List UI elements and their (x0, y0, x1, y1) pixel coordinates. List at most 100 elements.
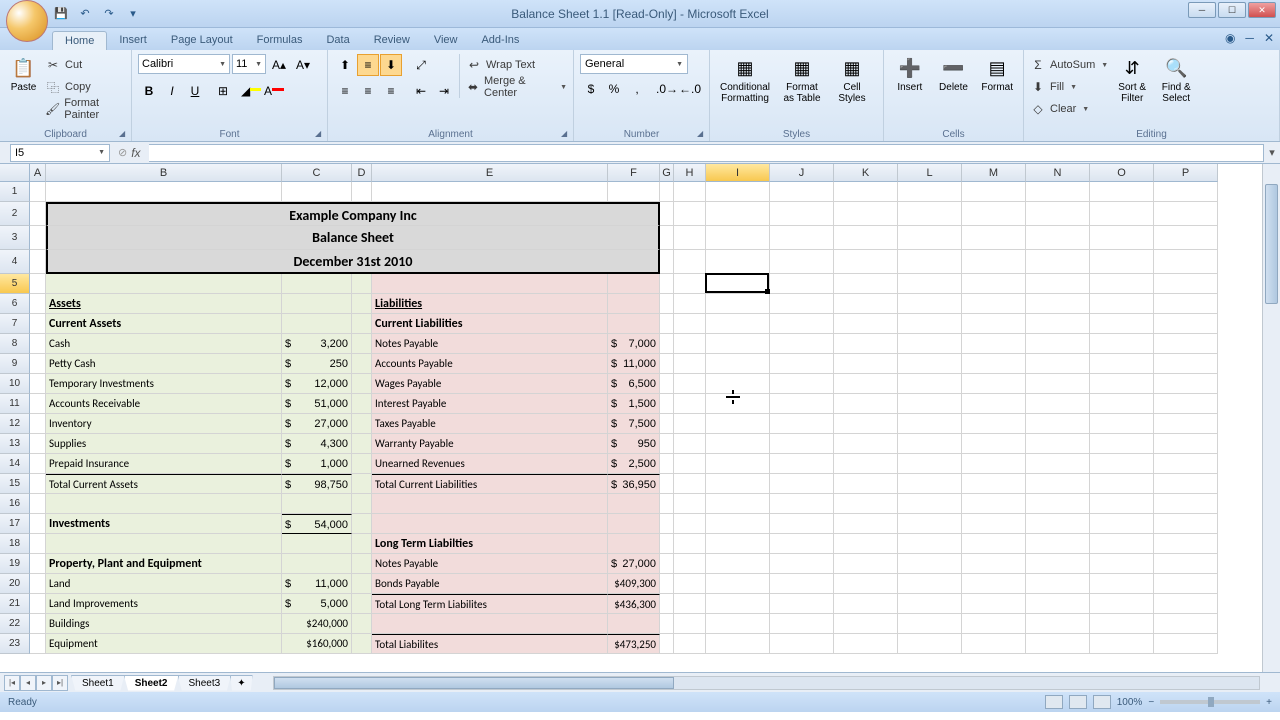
cell[interactable] (770, 294, 834, 314)
cell[interactable] (30, 394, 46, 414)
cell[interactable] (706, 274, 770, 294)
conditional-formatting-button[interactable]: ▦Conditional Formatting (716, 54, 774, 106)
cell[interactable] (1154, 634, 1218, 654)
cell[interactable] (30, 354, 46, 374)
cell[interactable] (1026, 574, 1090, 594)
cell[interactable] (834, 454, 898, 474)
zoom-level[interactable]: 100% (1117, 697, 1143, 708)
cell[interactable] (660, 614, 674, 634)
cell[interactable]: Equipment (46, 634, 282, 654)
fx-icon[interactable]: fx (131, 146, 140, 160)
vertical-scrollbar[interactable] (1262, 164, 1280, 672)
cell[interactable] (898, 314, 962, 334)
row-header-8[interactable]: 8 (0, 334, 30, 354)
cell[interactable]: Current Assets (46, 314, 282, 334)
tab-formulas[interactable]: Formulas (245, 31, 315, 50)
cell[interactable]: Long Term Liabilties (372, 534, 608, 554)
cell[interactable] (1090, 182, 1154, 202)
cell[interactable] (1154, 494, 1218, 514)
clear-button[interactable]: ◇Clear▼ (1030, 98, 1108, 120)
cell[interactable] (962, 494, 1026, 514)
cell[interactable] (1154, 554, 1218, 574)
tab-nav-prev-icon[interactable]: ◂ (20, 675, 36, 691)
font-dialog-icon[interactable]: ◢ (315, 129, 325, 139)
cell[interactable] (1154, 314, 1218, 334)
col-header-H[interactable]: H (674, 164, 706, 182)
cell[interactable] (1026, 514, 1090, 534)
cell[interactable] (30, 314, 46, 334)
cell[interactable] (1090, 614, 1154, 634)
cell[interactable] (1090, 354, 1154, 374)
cell[interactable] (706, 414, 770, 434)
cell[interactable]: Total Long Term Liabilites (372, 594, 608, 614)
cell[interactable] (1026, 434, 1090, 454)
cell[interactable]: Prepaid Insurance (46, 454, 282, 474)
cell[interactable]: $2,500 (608, 454, 660, 474)
row-header-10[interactable]: 10 (0, 374, 30, 394)
cell[interactable] (834, 250, 898, 274)
cell[interactable] (46, 182, 282, 202)
cell[interactable]: Interest Payable (372, 394, 608, 414)
cell[interactable]: Supplies (46, 434, 282, 454)
cell[interactable] (770, 614, 834, 634)
cell[interactable]: $36,950 (608, 474, 660, 494)
cell[interactable] (608, 294, 660, 314)
cell[interactable] (770, 554, 834, 574)
cell[interactable] (962, 182, 1026, 202)
cell[interactable] (834, 202, 898, 226)
cell[interactable]: Unearned Revenues (372, 454, 608, 474)
cell[interactable] (1026, 374, 1090, 394)
cell[interactable] (834, 394, 898, 414)
row-header-2[interactable]: 2 (0, 202, 30, 226)
cell[interactable] (30, 474, 46, 494)
cell[interactable] (962, 334, 1026, 354)
cell[interactable] (962, 294, 1026, 314)
cell[interactable] (660, 226, 674, 250)
cell[interactable] (30, 554, 46, 574)
format-as-table-button[interactable]: ▦Format as Table (778, 54, 826, 106)
cell[interactable] (660, 274, 674, 294)
cell[interactable] (770, 314, 834, 334)
cell[interactable] (660, 494, 674, 514)
cell[interactable]: Cash (46, 334, 282, 354)
cell[interactable] (706, 574, 770, 594)
row-header-16[interactable]: 16 (0, 494, 30, 514)
cell[interactable]: $436,300 (608, 594, 660, 614)
cell[interactable] (1026, 226, 1090, 250)
cell[interactable] (962, 594, 1026, 614)
cell[interactable] (1154, 182, 1218, 202)
save-icon[interactable]: 💾 (52, 5, 70, 23)
cell[interactable] (898, 474, 962, 494)
cell[interactable] (962, 474, 1026, 494)
cell[interactable] (962, 554, 1026, 574)
cell[interactable] (674, 554, 706, 574)
col-header-N[interactable]: N (1026, 164, 1090, 182)
cell[interactable] (1026, 594, 1090, 614)
col-header-P[interactable]: P (1154, 164, 1218, 182)
cell[interactable] (30, 594, 46, 614)
cell[interactable] (674, 434, 706, 454)
font-size-select[interactable]: 11▼ (232, 54, 266, 74)
horizontal-scrollbar[interactable] (273, 676, 1260, 690)
cell[interactable] (352, 354, 372, 374)
cell[interactable] (282, 494, 352, 514)
row-header-19[interactable]: 19 (0, 554, 30, 574)
cell[interactable] (962, 414, 1026, 434)
cell[interactable] (834, 594, 898, 614)
cell[interactable] (706, 534, 770, 554)
cell[interactable] (660, 534, 674, 554)
cell[interactable] (674, 294, 706, 314)
cell[interactable] (1154, 514, 1218, 534)
cell[interactable] (674, 202, 706, 226)
col-header-K[interactable]: K (834, 164, 898, 182)
cell[interactable] (898, 574, 962, 594)
cell[interactable]: Taxes Payable (372, 414, 608, 434)
cell[interactable] (608, 534, 660, 554)
cell[interactable]: Buildings (46, 614, 282, 634)
cell[interactable] (1026, 354, 1090, 374)
cell[interactable] (674, 274, 706, 294)
cell[interactable] (770, 414, 834, 434)
cell[interactable]: $11,000 (608, 354, 660, 374)
number-dialog-icon[interactable]: ◢ (697, 129, 707, 139)
cell[interactable] (674, 374, 706, 394)
